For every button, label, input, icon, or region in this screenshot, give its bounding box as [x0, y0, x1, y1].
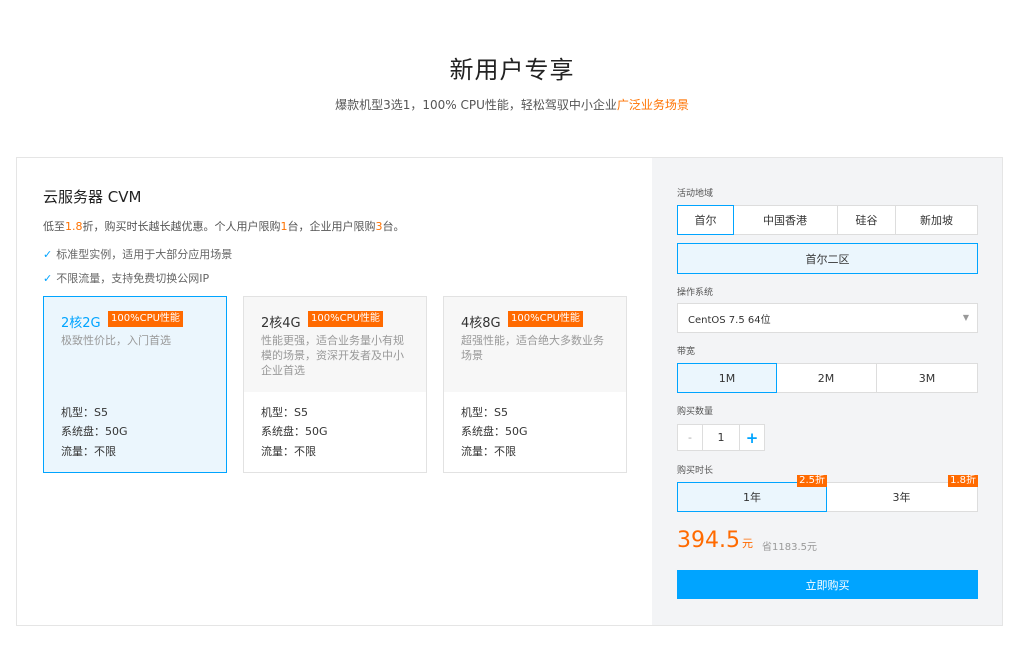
duration-text: 1年 [743, 491, 761, 504]
subtitle-highlight: 广泛业务场景 [616, 98, 689, 112]
plan-description: 极致性价比，入门首选 [61, 334, 171, 347]
caret-down-icon: ▼ [962, 313, 969, 322]
bandwidth-selector: 1M 2M 3M [677, 363, 978, 393]
plan-disk: 系统盘：50G [61, 425, 128, 438]
plan-model: 机型：S5 [461, 406, 508, 419]
plan-spec: 2核4G [261, 316, 301, 331]
duration-option-1y[interactable]: 1年 2.5折 [677, 475, 827, 512]
cpu-tag: 100%CPU性能 [308, 311, 383, 327]
plan-card-2c2g[interactable]: 2核2G 100%CPU性能 极致性价比，入门首选 机型：S5 系统盘：50G … [43, 296, 227, 473]
os-select[interactable]: CentOS 7.5 64位 ▼ [677, 303, 978, 333]
plan-traffic: 流量：不限 [461, 445, 516, 458]
feature-text: 标准型实例，适用于大部分应用场景 [56, 248, 233, 261]
plan-model: 机型：S5 [261, 406, 308, 419]
plan-spec: 2核2G [61, 316, 101, 331]
os-value: CentOS 7.5 64位 [688, 314, 771, 326]
enterprise-limit: 3 [375, 220, 383, 233]
personal-limit: 1 [280, 220, 288, 233]
buy-now-button[interactable]: 立即购买 [677, 570, 978, 599]
bandwidth-option-2m[interactable]: 2M [776, 364, 877, 392]
plan-traffic: 流量：不限 [61, 445, 116, 458]
check-icon: ✓ [43, 272, 53, 285]
offer-panel: 云服务器 CVM 低至1.8折，购买时长越长越优惠。个人用户限购1台，企业用户限… [16, 157, 1003, 626]
feature-text: 不限流量，支持免费切换公网IP [56, 272, 210, 285]
plan-disk: 系统盘：50G [261, 425, 328, 438]
minus-button[interactable]: - [677, 424, 703, 451]
plan-disk: 系统盘：50G [461, 425, 528, 438]
zone-option[interactable]: 首尔二区 [677, 243, 978, 274]
bandwidth-option-3m[interactable]: 3M [877, 364, 977, 392]
desc-part: 低至 [43, 220, 65, 233]
desc-part: 台。 [382, 220, 405, 233]
duration-option-3y[interactable]: 3年 1.8折 [826, 475, 978, 511]
duration-selector: 1年 2.5折 3年 1.8折 [677, 475, 978, 512]
duration-label: 购买时长 [677, 466, 714, 476]
subtitle-text: 爆款机型3选1，100% CPU性能，轻松驾驭中小企业 [335, 98, 617, 112]
config-section: 活动地域 首尔 中国香港 硅谷 新加坡 首尔二区 操作系统 CentOS 7.5… [652, 158, 1002, 625]
plus-button[interactable]: + [739, 424, 765, 451]
plan-card-4c8g[interactable]: 4核8G 100%CPU性能 超强性能，适合绝大多数业务场景 机型：S5 系统盘… [443, 296, 627, 473]
region-option-seoul[interactable]: 首尔 [677, 205, 734, 235]
check-icon: ✓ [43, 248, 53, 261]
page-title: 新用户专享 [449, 56, 575, 84]
region-label: 活动地域 [677, 189, 714, 199]
product-section: 云服务器 CVM 低至1.8折，购买时长越长越优惠。个人用户限购1台，企业用户限… [17, 158, 652, 625]
savings-text: 省1183.5元 [762, 542, 817, 553]
price-unit: 元 [741, 537, 753, 550]
plan-card-2c4g[interactable]: 2核4G 100%CPU性能 性能更强，适合业务量小有规模的场景，资深开发者及中… [243, 296, 427, 473]
os-label: 操作系统 [677, 288, 714, 298]
duration-text: 3年 [892, 491, 911, 504]
bandwidth-option-1m[interactable]: 1M [677, 363, 777, 393]
quantity-input[interactable]: 1 [703, 424, 739, 451]
quantity-stepper: - 1 + [677, 424, 765, 451]
feature-item: ✓ 不限流量，支持免费切换公网IP [43, 270, 209, 286]
bandwidth-label: 带宽 [677, 347, 696, 357]
product-title: 云服务器 CVM [43, 188, 142, 206]
feature-item: ✓ 标准型实例，适用于大部分应用场景 [43, 246, 232, 262]
plan-description: 性能更强，适合业务量小有规模的场景，资深开发者及中小企业首选 [261, 334, 404, 377]
quantity-label: 购买数量 [677, 407, 714, 417]
plan-spec: 4核8G [461, 316, 501, 331]
desc-part: 折，购买时长越长越优惠。个人用户限购 [82, 220, 281, 233]
plan-traffic: 流量：不限 [261, 445, 316, 458]
region-option-singapore[interactable]: 新加坡 [896, 206, 977, 234]
desc-part: 台，企业用户限购 [287, 220, 376, 233]
discount-badge: 1.8折 [948, 475, 978, 487]
price-value: 394.5 [677, 528, 740, 553]
product-description: 低至1.8折，购买时长越长越优惠。个人用户限购1台，企业用户限购3台。 [43, 218, 405, 234]
discount-badge: 2.5折 [797, 475, 827, 487]
plan-description: 超强性能，适合绝大多数业务场景 [461, 334, 604, 362]
plan-model: 机型：S5 [61, 406, 108, 419]
price: 394.5 元 [677, 528, 753, 553]
cpu-tag: 100%CPU性能 [108, 311, 183, 327]
cpu-tag: 100%CPU性能 [508, 311, 583, 327]
region-option-hongkong[interactable]: 中国香港 [733, 206, 838, 234]
page-subtitle: 爆款机型3选1，100% CPU性能，轻松驾驭中小企业广泛业务场景 [0, 96, 1024, 113]
discount-value: 1.8 [65, 220, 83, 233]
region-option-siliconvalley[interactable]: 硅谷 [838, 206, 896, 234]
region-selector: 首尔 中国香港 硅谷 新加坡 [677, 205, 978, 235]
